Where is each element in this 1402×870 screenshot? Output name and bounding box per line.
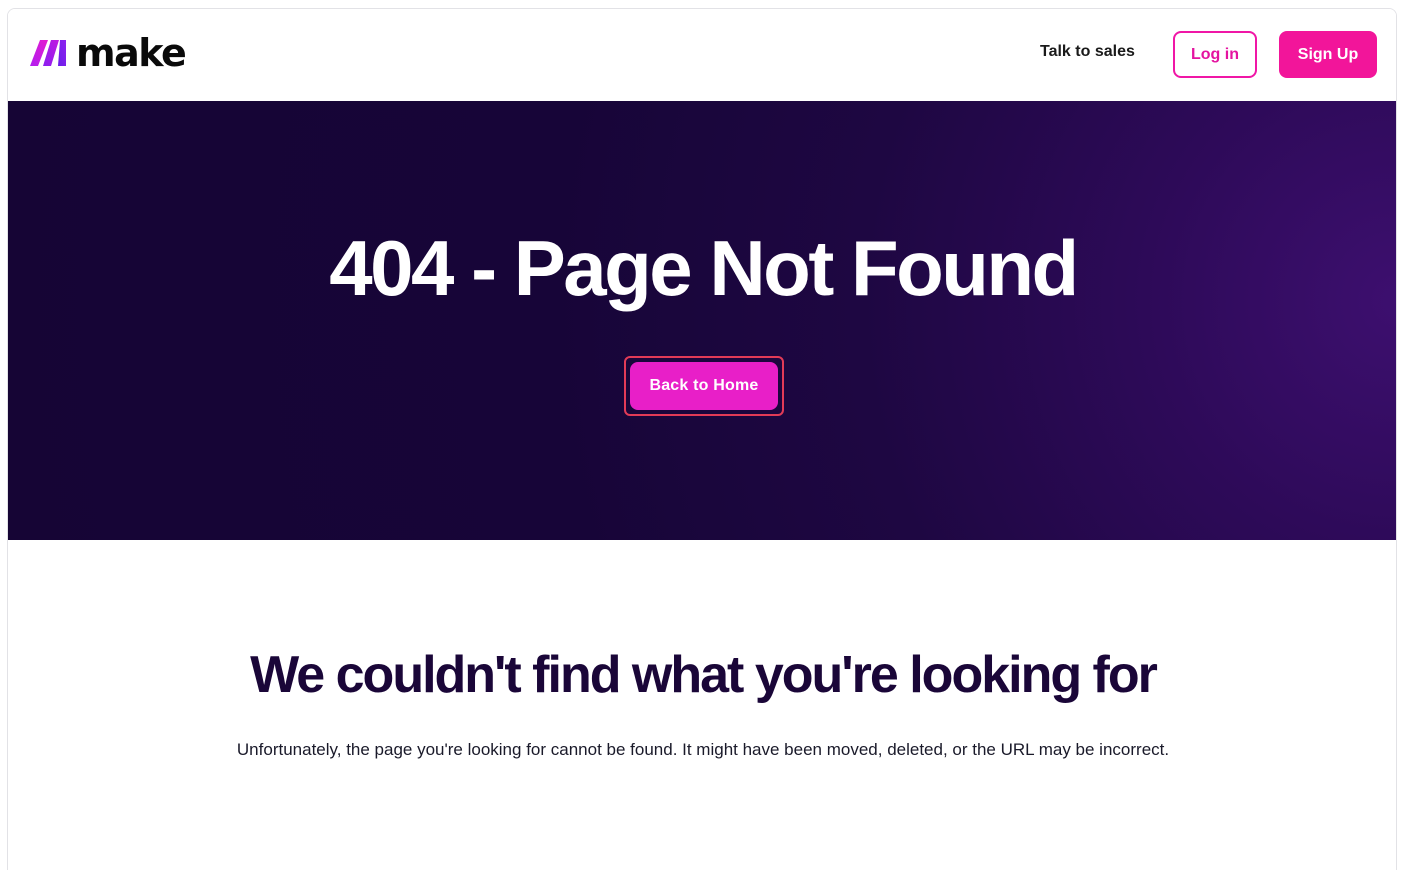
signup-button[interactable]: Sign Up xyxy=(1279,31,1377,78)
page-title: 404 - Page Not Found xyxy=(329,224,1079,312)
make-logo[interactable]: make xyxy=(30,31,187,75)
talk-to-sales-link[interactable]: Talk to sales xyxy=(1040,43,1135,61)
logo-text: make xyxy=(76,31,187,75)
login-button[interactable]: Log in xyxy=(1173,31,1257,78)
not-found-description: Unfortunately, the page you're looking f… xyxy=(236,740,1170,759)
browser-page: make Talk to sales Log in Sign Up 404 - … xyxy=(7,8,1397,870)
make-logo-icon xyxy=(30,40,66,66)
hero-section: 404 - Page Not Found Back to Home xyxy=(8,101,1396,540)
not-found-heading: We couldn't find what you're looking for xyxy=(250,646,1158,704)
back-to-home-button[interactable]: Back to Home xyxy=(630,362,778,410)
site-header: make Talk to sales Log in Sign Up xyxy=(8,9,1396,101)
